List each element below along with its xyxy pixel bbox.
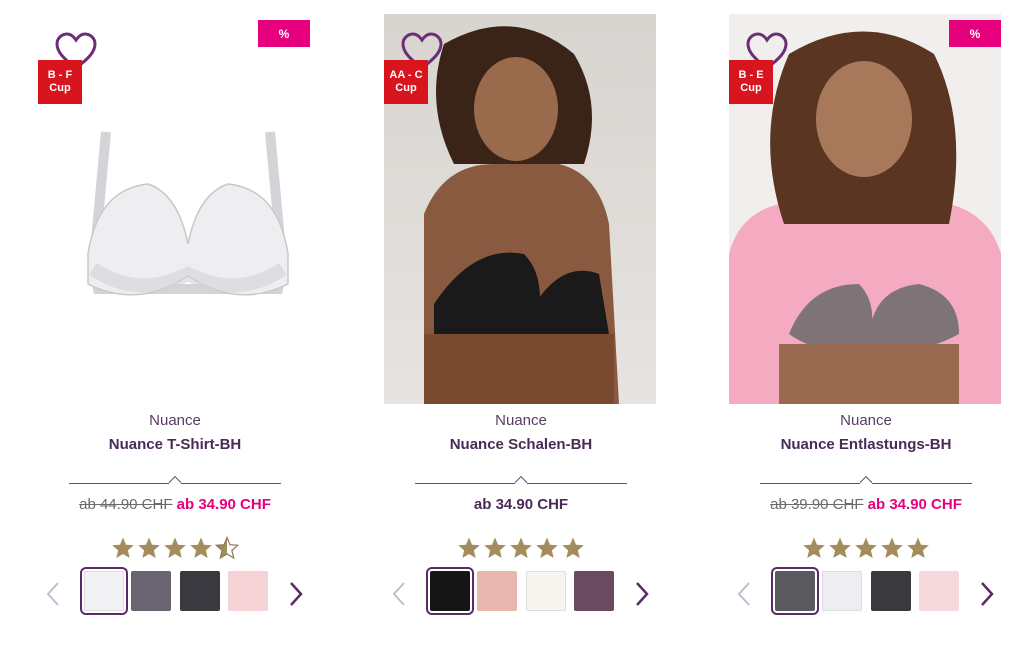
cup-badge-label: B - F Cup [47, 69, 73, 94]
discount-label: % [969, 26, 981, 41]
star-icon [562, 537, 584, 558]
color-swatches [716, 567, 1016, 618]
star-icon [536, 537, 558, 558]
star-icon [855, 537, 877, 558]
price-row: ab 39.90 CHF ab 34.90 CHF [716, 496, 1016, 513]
cup-badge-label: B - E Cup [738, 69, 764, 94]
sale-price: ab 34.90 CHF [176, 496, 271, 513]
sale-price: ab 34.90 CHF [867, 496, 962, 513]
color-swatches [371, 567, 671, 618]
swatch-anthracite[interactable] [871, 571, 911, 611]
rating-stars [716, 536, 1016, 560]
product-brand: Nuance [495, 412, 547, 429]
divider-notch [169, 476, 181, 484]
old-price: ab 39.90 CHF [770, 496, 864, 513]
product-card-3[interactable]: B - E Cup % Nuance Nuance Entlastungs-BH… [716, 0, 1016, 659]
star-icon [215, 536, 239, 560]
star-icon [907, 537, 929, 558]
divider-notch [515, 476, 527, 484]
color-swatches [25, 567, 325, 618]
swatch-grey-print[interactable] [771, 567, 819, 615]
star-icon [881, 537, 903, 558]
discount-badge: % [949, 20, 1001, 47]
swatch-floral[interactable] [477, 571, 517, 611]
swatch-plum[interactable] [574, 571, 614, 611]
product-name[interactable]: Nuance Schalen-BH [371, 436, 671, 453]
swatch-pink[interactable] [919, 571, 959, 611]
product-brand: Nuance [840, 412, 892, 429]
star-icon [510, 537, 532, 558]
rating-stars [371, 536, 671, 560]
star-icon [803, 537, 825, 558]
star-icon [112, 537, 134, 558]
cup-size-badge: B - E Cup [729, 60, 773, 104]
product-card-1[interactable]: B - F Cup % Nuance Nuance T-Shirt-BH ab … [25, 0, 325, 659]
chevron-right-icon[interactable] [974, 580, 998, 608]
chevron-left-icon[interactable] [42, 580, 66, 608]
swatch-anthracite[interactable] [180, 571, 220, 611]
star-icon [138, 537, 160, 558]
swatch-pink[interactable] [228, 571, 268, 611]
product-image[interactable]: AA - C Cup [384, 14, 656, 404]
product-brand: Nuance [149, 412, 201, 429]
product-card-2[interactable]: AA - C Cup Nuance Nuance Schalen-BH ab 3… [371, 0, 671, 659]
discount-label: % [278, 26, 290, 41]
divider-notch [860, 476, 872, 484]
cup-size-badge: B - F Cup [38, 60, 82, 104]
cup-badge-label: AA - C Cup [389, 69, 423, 94]
swatch-white[interactable] [822, 571, 862, 611]
product-image[interactable]: B - F Cup % [38, 14, 310, 404]
chevron-left-icon[interactable] [733, 580, 757, 608]
discount-badge: % [258, 20, 310, 47]
old-price: ab 44.90 CHF [79, 496, 173, 513]
price-row: ab 34.90 CHF [371, 496, 671, 513]
product-name[interactable]: Nuance T-Shirt-BH [25, 436, 325, 453]
star-icon [829, 537, 851, 558]
product-name[interactable]: Nuance Entlastungs-BH [716, 436, 1016, 453]
rating-stars [25, 536, 325, 560]
chevron-right-icon[interactable] [283, 580, 307, 608]
star-icon [190, 537, 212, 558]
star-icon [164, 537, 186, 558]
swatch-grey-print[interactable] [131, 571, 171, 611]
chevron-left-icon[interactable] [388, 580, 412, 608]
product-image[interactable]: B - E Cup % [729, 14, 1001, 404]
cup-size-badge: AA - C Cup [384, 60, 428, 104]
price-row: ab 44.90 CHF ab 34.90 CHF [25, 496, 325, 513]
swatch-black[interactable] [426, 567, 474, 615]
swatch-white[interactable] [80, 567, 128, 615]
chevron-right-icon[interactable] [629, 580, 653, 608]
star-icon [458, 537, 480, 558]
swatch-cream[interactable] [526, 571, 566, 611]
price: ab 34.90 CHF [473, 496, 569, 513]
star-icon [484, 537, 506, 558]
